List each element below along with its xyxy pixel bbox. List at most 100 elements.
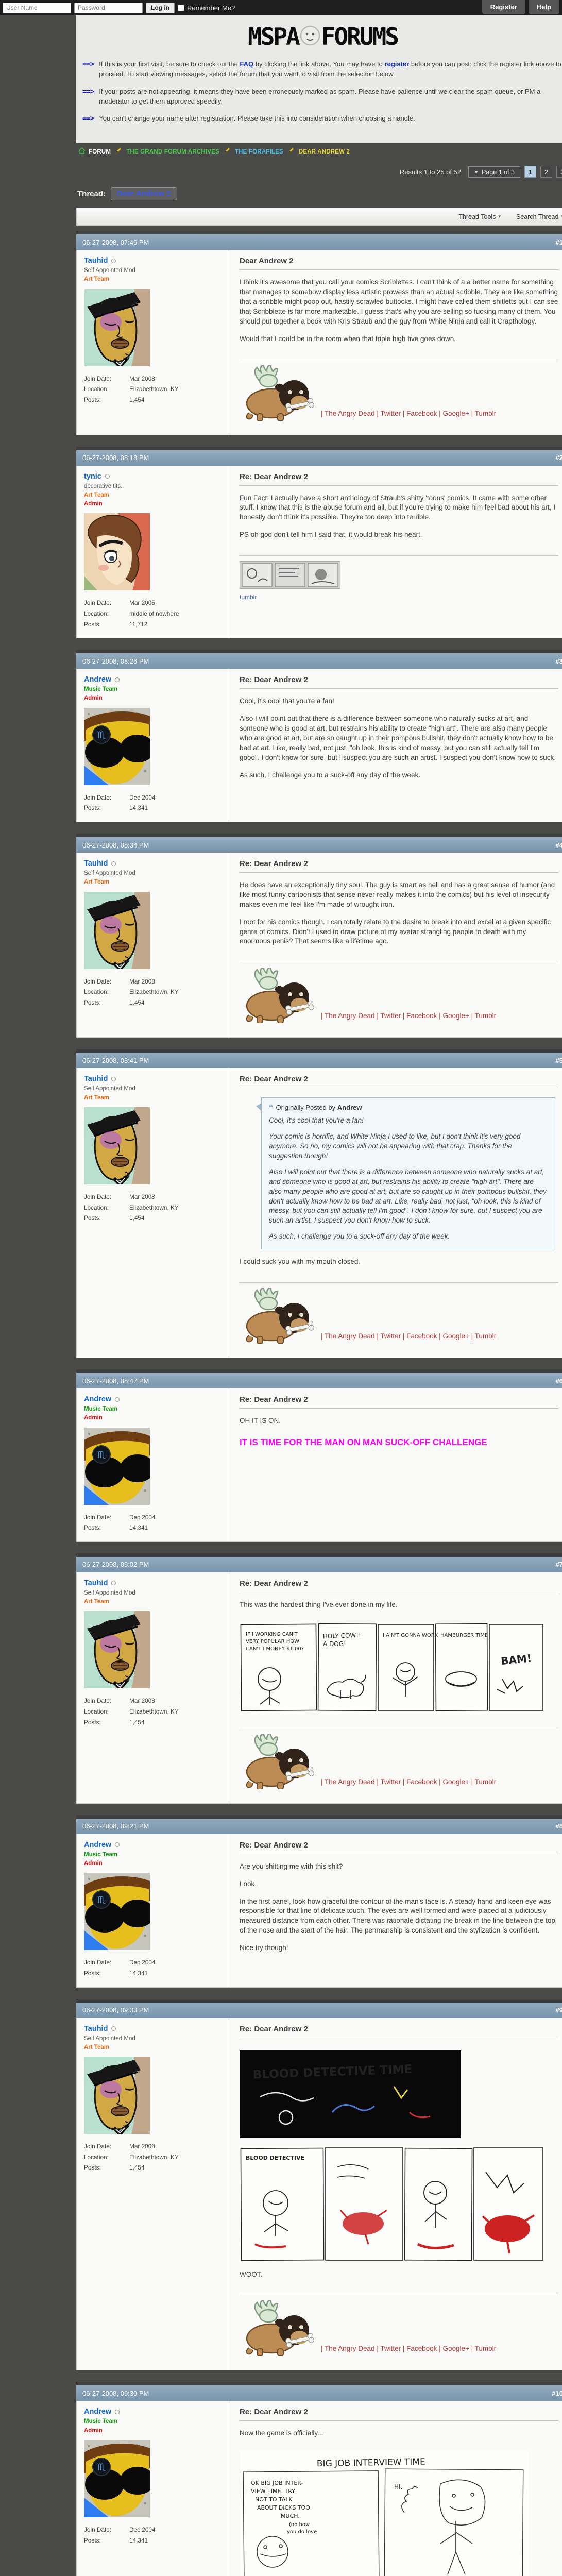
text-link[interactable]: Google+	[442, 2345, 469, 2352]
text-link[interactable]: Facebook	[406, 410, 437, 417]
breadcrumb-forum-link[interactable]: FORUM	[89, 149, 111, 155]
remember-me-checkbox[interactable]	[178, 4, 184, 11]
online-status-icon	[115, 677, 120, 682]
post-number-link[interactable]: #5	[556, 1057, 562, 1064]
post-number-link[interactable]: #8	[556, 1822, 562, 1830]
text-run: |	[374, 1012, 381, 1020]
avatar[interactable]: ♏	[84, 1427, 150, 1505]
post-number-link[interactable]: #7	[556, 1561, 562, 1568]
post-number-link[interactable]: #1	[556, 239, 562, 246]
post-number-link[interactable]: #3	[556, 657, 562, 665]
post-number-link[interactable]: #4	[556, 841, 562, 849]
post-paragraph: Your comic is horrific, and White Ninja …	[269, 1132, 548, 1161]
text-link[interactable]: Twitter	[380, 1332, 401, 1340]
avatar[interactable]	[84, 1107, 150, 1184]
notice-text: You can't change your name after registr…	[99, 114, 415, 124]
user-title-lines: Self Appointed Mod Art Team	[84, 1084, 222, 1103]
text-link[interactable]: Facebook	[406, 2345, 437, 2352]
text-link[interactable]: Facebook	[406, 1012, 437, 1020]
avatar[interactable]	[84, 2057, 150, 2134]
text-link[interactable]: The Angry Dead	[325, 1778, 375, 1786]
username-link[interactable]: Tauhid	[84, 2025, 108, 2033]
username-link[interactable]: Andrew	[84, 1841, 111, 1849]
post-top-strip	[76, 1049, 562, 1053]
avatar[interactable]	[84, 1611, 150, 1689]
post-number-link[interactable]: #10	[552, 2389, 562, 2397]
text-link[interactable]: Twitter	[380, 1778, 401, 1786]
text-link[interactable]: The Angry Dead	[325, 1012, 375, 1020]
username-link[interactable]: Tauhid	[84, 859, 108, 868]
avatar[interactable]	[84, 891, 150, 969]
text-link[interactable]: Tumblr	[475, 1778, 497, 1786]
username-link[interactable]: Tauhid	[84, 257, 108, 265]
avatar[interactable]	[84, 289, 150, 366]
username-link[interactable]: Andrew	[84, 2408, 111, 2416]
post-number-link[interactable]: #9	[556, 2006, 562, 2014]
post-number-link[interactable]: #6	[556, 1377, 562, 1385]
username-link[interactable]: Tauhid	[84, 1075, 108, 1083]
info-value: Elizabethtown, KY	[129, 988, 179, 996]
search-thread-menu[interactable]: Search Thread ▾	[516, 213, 562, 221]
site-logo[interactable]: MSPA FORUMS	[76, 21, 562, 56]
help-button[interactable]: Help	[528, 0, 559, 14]
username-input[interactable]	[3, 2, 71, 13]
ghost-logo-slot	[300, 25, 320, 48]
post-top-strip	[76, 1553, 562, 1557]
username-link[interactable]: Andrew	[84, 675, 111, 684]
signature-links: | The Angry Dead | Twitter | Facebook | …	[321, 410, 496, 423]
page-button-1[interactable]: 1	[524, 166, 536, 178]
page-selector-dropdown[interactable]: ▼ Page 1 of 3	[468, 166, 520, 178]
username-link[interactable]: Andrew	[84, 1395, 111, 1403]
thread-title-link[interactable]: Dear Andrew 2	[117, 189, 171, 198]
text-link[interactable]: The Angry Dead	[325, 1332, 375, 1340]
text-link[interactable]: Twitter	[380, 1012, 401, 1020]
text-link[interactable]: Tumblr	[475, 2345, 497, 2352]
comic-image[interactable]: BIG JOB INTERVIEW TIME OK BIG JOB INTER-…	[240, 2451, 558, 2576]
breadcrumb-home[interactable]: FORUM	[78, 147, 111, 157]
user-title-line: Admin	[84, 1860, 103, 1867]
text-link[interactable]: Google+	[442, 1778, 469, 1786]
text-link[interactable]: The Angry Dead	[325, 410, 375, 417]
login-button[interactable]: Log in	[146, 2, 175, 13]
tauhid-signature: | The Angry Dead | Twitter | Facebook | …	[240, 967, 558, 1026]
info-value: Dec 2004	[129, 1959, 156, 1967]
text-run: PS oh god don't tell him I said that, it…	[240, 531, 422, 539]
text-link[interactable]: The Angry Dead	[325, 2345, 375, 2352]
avatar[interactable]: ♏	[84, 2439, 150, 2517]
user-title-lines: Music Team Admin	[84, 1851, 222, 1869]
breadcrumb-archives-link[interactable]: THE GRAND FORUM ARCHIVES	[126, 149, 219, 155]
avatar[interactable]: ♏	[84, 707, 150, 785]
text-link[interactable]: Facebook	[406, 1332, 437, 1340]
user-info: Join Date: Dec 2004 Posts: 14,341	[84, 792, 222, 814]
page-button-2[interactable]: 2	[540, 166, 552, 178]
avatar[interactable]: ♏	[84, 1873, 150, 1951]
text-link[interactable]: Google+	[442, 1332, 469, 1340]
text-link[interactable]: Tumblr	[475, 410, 497, 417]
text-link[interactable]: FAQ	[240, 60, 253, 68]
text-link[interactable]: Twitter	[380, 2345, 401, 2352]
username-link[interactable]: Tauhid	[84, 1579, 108, 1587]
info-label: Location:	[84, 1707, 109, 1715]
password-input[interactable]	[74, 2, 143, 13]
tumblr-link[interactable]: tumblr	[240, 594, 558, 601]
text-link[interactable]: Tumblr	[475, 1012, 497, 1020]
text-link[interactable]: Twitter	[380, 410, 401, 417]
text-link[interactable]: Facebook	[406, 1778, 437, 1786]
post-number-link[interactable]: #2	[556, 454, 562, 462]
comic-image[interactable]: ​ IF I WORKING CAN'T VERY POPULAR HOW CA…	[240, 1622, 558, 1713]
text-link[interactable]: Tumblr	[475, 1332, 497, 1340]
comic-image[interactable]: BLOOD DETECTIVE	[240, 2146, 558, 2262]
text-link[interactable]: Google+	[442, 1012, 469, 1020]
text-link[interactable]: Google+	[442, 410, 469, 417]
register-button[interactable]: Register	[482, 0, 525, 14]
text-link[interactable]: register	[385, 60, 410, 68]
text-run: |	[437, 1012, 443, 1020]
thread-tools-menu[interactable]: Thread Tools ▾	[458, 213, 501, 221]
online-status-icon	[105, 474, 110, 479]
avatar[interactable]	[84, 513, 150, 591]
username-link[interactable]: tynic	[84, 472, 101, 481]
page-button-3[interactable]: 3	[556, 166, 562, 178]
comic-image[interactable]: BLOOD DETECTIVE TIME	[240, 2050, 558, 2138]
svg-text:♏: ♏	[97, 730, 106, 741]
breadcrumb-forafiles-link[interactable]: THE FORAFILES	[235, 149, 283, 155]
